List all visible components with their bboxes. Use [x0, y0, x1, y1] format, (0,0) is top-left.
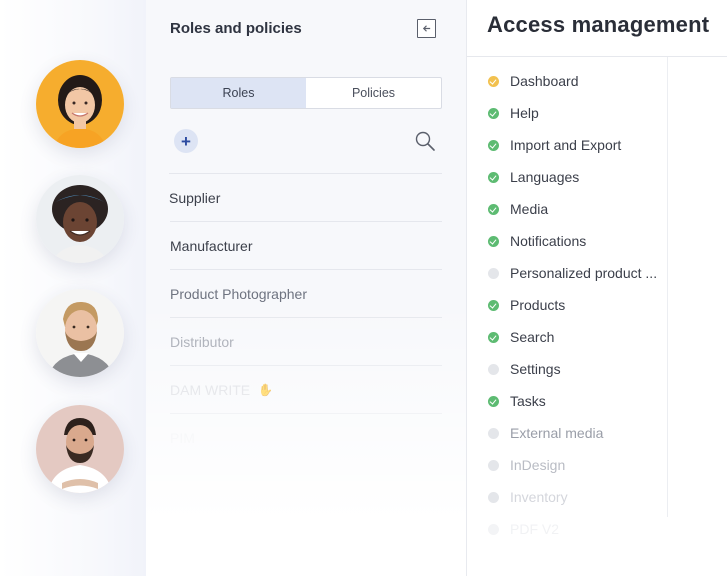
role-item-supplier[interactable]: Supplier [169, 173, 442, 221]
role-label: PIM [170, 429, 195, 446]
permission-label: Notifications [510, 233, 587, 249]
role-label: Supplier [169, 189, 221, 206]
permission-item-external-media[interactable]: External media [488, 417, 727, 449]
user-avatar-column [0, 0, 146, 576]
check-circle-icon [488, 107, 499, 119]
panel-title: Roles and policies [170, 20, 302, 37]
check-circle-icon [488, 235, 499, 247]
avatar[interactable] [36, 175, 124, 263]
man-bearded-avatar-icon [36, 289, 124, 377]
empty-circle-icon [488, 523, 499, 535]
permission-label: InDesign [510, 457, 566, 473]
role-item-product-photographer[interactable]: Product Photographer [170, 269, 442, 317]
permission-area: Dashboard Help Import and Export Languag… [467, 57, 727, 576]
roles-policies-tabs: Roles Policies [170, 77, 442, 109]
permission-label: Dashboard [510, 73, 579, 89]
permission-label: Settings [510, 361, 561, 377]
permission-item-inventory[interactable]: Inventory [488, 481, 727, 513]
access-management-illustration: Roles and policies Roles Policies + Supp… [0, 0, 727, 576]
role-list: Supplier Manufacturer Product Photograph… [169, 173, 442, 461]
permission-item-notifications[interactable]: Notifications [488, 225, 727, 257]
avatar[interactable] [36, 405, 124, 493]
empty-circle-icon [488, 427, 499, 439]
empty-circle-icon [488, 267, 499, 279]
permission-label: Products [510, 297, 566, 313]
collapse-panel-button[interactable] [417, 19, 436, 38]
woman-smiling-avatar-icon [36, 175, 124, 263]
permission-item-languages[interactable]: Languages [488, 161, 727, 193]
permission-item-tasks[interactable]: Tasks [488, 385, 727, 417]
role-item-manufacturer[interactable]: Manufacturer [170, 221, 442, 269]
permission-label: Media [510, 201, 549, 217]
roles-and-policies-panel: Roles and policies Roles Policies + Supp… [146, 0, 466, 576]
empty-circle-icon [488, 459, 499, 471]
role-item-dam-write[interactable]: DAM WRITE ✋ [170, 365, 442, 413]
add-role-button[interactable]: + [174, 129, 198, 153]
role-label: Distributor [170, 333, 234, 350]
check-circle-icon [488, 203, 499, 215]
permission-label: Tasks [510, 393, 546, 409]
arrow-left-into-box-icon [422, 25, 431, 32]
permission-item-indesign[interactable]: InDesign [488, 449, 727, 481]
empty-circle-icon [488, 491, 499, 503]
role-label: Manufacturer [170, 237, 253, 254]
search-icon[interactable] [414, 130, 436, 152]
permission-item-help[interactable]: Help [488, 97, 727, 129]
role-label: DAM WRITE [170, 381, 251, 398]
empty-circle-icon [488, 363, 499, 375]
permission-label: Personalized product ... [510, 265, 658, 281]
page-title: Access management [467, 0, 727, 57]
permission-item-settings[interactable]: Settings [488, 353, 727, 385]
check-circle-icon [488, 171, 499, 183]
avatar[interactable] [36, 289, 124, 377]
role-label: Product Photographer [170, 285, 307, 302]
check-circle-icon [488, 299, 499, 311]
check-circle-icon [488, 139, 499, 151]
permission-item-products[interactable]: Products [488, 289, 727, 321]
check-circle-icon [488, 395, 499, 407]
permission-item-media[interactable]: Media [488, 193, 727, 225]
tab-roles[interactable]: Roles [171, 78, 306, 108]
permission-item-import-export[interactable]: Import and Export [488, 129, 727, 161]
permission-list: Dashboard Help Import and Export Languag… [467, 57, 727, 545]
permission-item-personalized-product[interactable]: Personalized product ... [488, 257, 727, 289]
permission-item-dashboard[interactable]: Dashboard [488, 65, 727, 97]
tab-policies[interactable]: Policies [306, 78, 441, 108]
permission-label: Inventory [510, 489, 568, 505]
permission-item-search[interactable]: Search [488, 321, 727, 353]
role-item-pim[interactable]: PIM [170, 413, 442, 461]
permission-label: Languages [510, 169, 580, 185]
permission-label: Import and Export [510, 137, 622, 153]
access-management-panel: Access management Dashboard Help Import … [466, 0, 727, 576]
partial-check-icon [488, 75, 499, 87]
permission-label: External media [510, 425, 604, 441]
permission-label: Search [510, 329, 555, 345]
raised-hand-icon: ✋ [258, 382, 274, 397]
permission-item-pdf-v2[interactable]: PDF V2 [488, 513, 727, 545]
role-item-distributor[interactable]: Distributor [170, 317, 442, 365]
man-bearded-avatar-icon [36, 405, 124, 493]
avatar[interactable] [36, 60, 124, 148]
permission-label: Help [510, 105, 539, 121]
woman-smiling-avatar-icon [36, 60, 124, 148]
check-circle-icon [488, 331, 499, 343]
permission-label: PDF V2 [510, 521, 560, 537]
